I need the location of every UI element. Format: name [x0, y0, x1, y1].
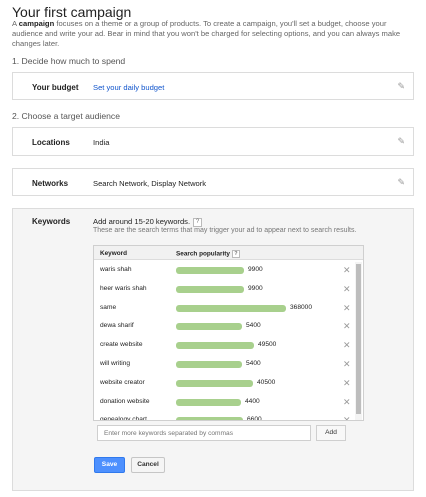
keyword-text: dewa sharif [100, 322, 134, 330]
add-keywords-input[interactable] [97, 425, 311, 441]
keywords-table-header: Keyword Search popularity? [94, 246, 363, 260]
step-one-heading: 1. Decide how much to spend [12, 56, 126, 66]
column-header-popularity: Search popularity? [176, 250, 240, 258]
popularity-value: 49500 [258, 341, 277, 349]
keywords-heading: Add around 15-20 keywords.? [93, 217, 203, 227]
popularity-bar [176, 417, 243, 420]
save-button[interactable]: Save [94, 457, 125, 473]
keywords-panel: Keywords Add around 15-20 keywords.? The… [12, 208, 414, 491]
close-icon[interactable]: ✕ [343, 321, 351, 332]
close-icon[interactable]: ✕ [343, 303, 351, 314]
popularity-value: 5400 [246, 322, 261, 330]
keyword-text: create website [100, 341, 143, 349]
intro-bold-term: campaign [18, 19, 55, 28]
cancel-button[interactable]: Cancel [131, 457, 165, 473]
networks-value: Search Network, Display Network [93, 179, 207, 188]
keyword-text: website creator [100, 378, 145, 386]
keywords-subheading: These are the search terms that may trig… [93, 227, 357, 234]
pencil-icon[interactable]: ✎ [397, 177, 405, 188]
popularity-value: 40500 [257, 378, 276, 386]
budget-link[interactable]: Set your daily budget [93, 83, 164, 92]
keyword-row: donation website 4400 ✕ [94, 394, 356, 412]
popularity-bar [176, 342, 254, 350]
popularity-bar [176, 304, 286, 312]
popularity-bar [176, 398, 241, 406]
keyword-row: website creator 40500 ✕ [94, 375, 356, 393]
popularity-value: 9900 [248, 284, 263, 292]
keyword-row: dewa sharif 5400 ✕ [94, 318, 356, 336]
help-icon[interactable]: ? [231, 250, 240, 258]
keyword-text: will writing [100, 360, 131, 367]
popularity-bar [176, 379, 253, 387]
keyword-text: waris shah [100, 266, 132, 273]
networks-label: Networks [32, 179, 69, 188]
locations-label: Locations [32, 138, 70, 147]
popularity-value: 368000 [290, 303, 313, 311]
keywords-heading-text: Add around 15-20 keywords. [93, 217, 191, 226]
budget-label: Your budget [32, 83, 79, 92]
keywords-label: Keywords [32, 217, 71, 226]
pencil-icon[interactable]: ✎ [397, 81, 405, 92]
scrollbar[interactable] [355, 262, 362, 420]
keyword-text: genealogy chart [100, 416, 147, 421]
networks-panel[interactable]: Networks Search Network, Display Network… [12, 168, 414, 196]
intro-body: focuses on a theme or a group of product… [12, 19, 401, 48]
keyword-row: heer waris shah 9900 ✕ [94, 281, 356, 299]
intro-prefix: A [12, 19, 19, 28]
page-title: Your first campaign [12, 4, 132, 20]
popularity-value: 9900 [248, 266, 263, 273]
locations-value: India [93, 138, 110, 147]
budget-panel[interactable]: Your budget Set your daily budget ✎ [12, 72, 414, 100]
column-header-popularity-text: Search popularity [176, 250, 230, 258]
close-icon[interactable]: ✕ [343, 397, 351, 408]
keywords-table: Keyword Search popularity? waris shah 990… [93, 245, 364, 421]
locations-panel[interactable]: Locations India ✎ [12, 127, 414, 156]
keyword-text: heer waris shah [100, 284, 147, 292]
close-icon[interactable]: ✕ [343, 359, 351, 370]
help-icon[interactable]: ? [193, 217, 203, 227]
add-keywords-button[interactable]: Add [316, 425, 346, 441]
pencil-icon[interactable]: ✎ [397, 136, 405, 147]
close-icon[interactable]: ✕ [343, 415, 351, 420]
popularity-bar [176, 267, 244, 274]
popularity-value: 6600 [247, 416, 262, 421]
close-icon[interactable]: ✕ [343, 265, 351, 276]
keyword-row: waris shah 9900 ✕ [94, 262, 356, 280]
popularity-value: 5400 [246, 360, 261, 367]
step-two-heading: 2. Choose a target audience [12, 111, 120, 121]
close-icon[interactable]: ✕ [343, 284, 351, 295]
scrollbar-thumb[interactable] [356, 264, 361, 414]
intro-text: A campaign focuses on a theme or a group… [12, 19, 414, 49]
popularity-value: 4400 [245, 397, 260, 405]
close-icon[interactable]: ✕ [343, 378, 351, 389]
popularity-bar [176, 285, 244, 293]
keyword-text: donation website [100, 397, 150, 405]
keyword-text: same [100, 303, 117, 311]
keyword-row: create website 49500 ✕ [94, 337, 356, 355]
keyword-row: same 368000 ✕ [94, 300, 356, 318]
popularity-bar [176, 323, 242, 331]
keyword-row: will writing 5400 ✕ [94, 356, 356, 374]
column-header-keyword: Keyword [100, 250, 127, 257]
popularity-bar [176, 361, 242, 368]
keyword-row: genealogy chart 6600 ✕ [94, 412, 356, 421]
close-icon[interactable]: ✕ [343, 340, 351, 351]
